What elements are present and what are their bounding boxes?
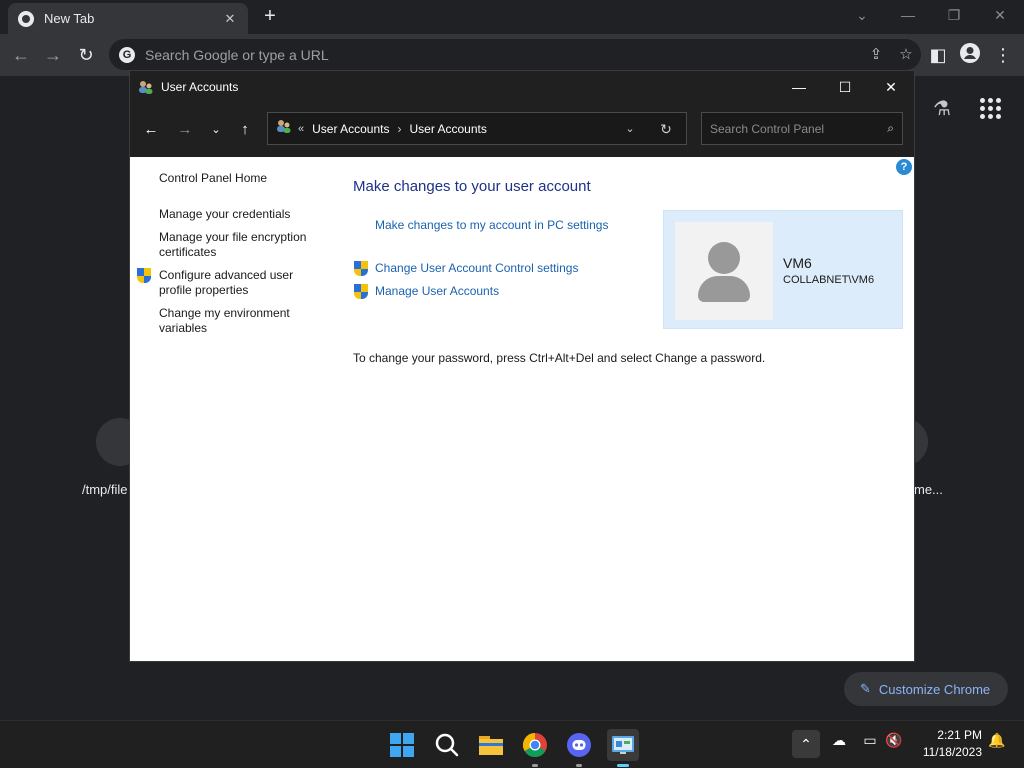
manage-user-accounts-link[interactable]: Manage User Accounts [375, 284, 499, 298]
omnibox-input[interactable]: Search Google or type a URL [145, 47, 861, 63]
user-body-icon [698, 276, 750, 302]
nav-forward-icon[interactable]: → [173, 118, 197, 142]
taskbar-clock-date[interactable]: 11/18/2023 [910, 745, 982, 759]
onedrive-icon[interactable]: ☁ [828, 732, 850, 749]
shortcut-label-right: me... [914, 482, 943, 497]
google-icon: G [119, 46, 135, 63]
sidebar-item-advanced-profile[interactable]: Configure advanced user profile properti… [159, 268, 324, 298]
side-panel-icon[interactable]: ◧ [925, 42, 951, 68]
tab-close-icon[interactable]: ✕ [222, 11, 238, 27]
google-apps-icon[interactable] [978, 96, 1002, 120]
breadcrumb-item-2[interactable]: User Accounts [410, 122, 487, 136]
help-icon[interactable]: ? [896, 159, 912, 175]
forward-icon[interactable]: → [40, 42, 66, 68]
breadcrumb-separator-icon[interactable]: › [398, 122, 402, 136]
address-user-accounts-icon [276, 118, 292, 139]
taskbar-clock-time[interactable]: 2:21 PM [920, 728, 982, 742]
page-title: Make changes to your user account [353, 178, 591, 195]
user-domain: COLLABNET\VM6 [783, 274, 875, 286]
search-icon[interactable] [431, 729, 463, 761]
labs-flask-icon[interactable]: ⚗ [930, 96, 954, 120]
pencil-icon: ✎ [860, 681, 871, 696]
user-accounts-window: User Accounts — ☐ ✕ ← → ⌄ ↑ « User Accou… [129, 70, 915, 662]
window-close-icon[interactable]: ✕ [868, 71, 914, 103]
volume-muted-icon[interactable]: 🔇 [884, 732, 904, 749]
share-icon[interactable]: ⇪ [861, 39, 891, 70]
sidebar-item-environment-variables[interactable]: Change my environment variables [159, 306, 324, 336]
bookmark-star-icon[interactable]: ☆ [891, 39, 921, 70]
customize-chrome-label: Customize Chrome [878, 681, 991, 697]
user-head-icon [708, 242, 740, 274]
password-note: To change your password, press Ctrl+Alt+… [353, 351, 766, 365]
explorer-navbar: ← → ⌄ ↑ « User Accounts › User Accounts … [130, 103, 914, 157]
reload-icon[interactable]: ↻ [73, 42, 99, 68]
search-icon[interactable]: ⌕ [887, 121, 894, 136]
breadcrumb-item-1[interactable]: User Accounts [312, 122, 389, 136]
sidebar-item-file-encryption[interactable]: Manage your file encryption certificates [159, 230, 324, 260]
user-name: VM6 [783, 255, 812, 271]
uac-shield-icon [354, 284, 368, 299]
shortcut-label-left: /tmp/file [82, 482, 128, 497]
control-panel-search-input[interactable]: Search Control Panel ⌕ [701, 112, 903, 145]
omnibox[interactable]: G Search Google or type a URL ⇪ ☆ [109, 39, 921, 70]
user-accounts-icon [138, 79, 154, 95]
control-panel-icon[interactable] [607, 729, 639, 767]
start-icon[interactable] [386, 729, 418, 761]
uac-settings-link[interactable]: Change User Account Control settings [375, 261, 578, 275]
profile-avatar[interactable] [957, 42, 983, 68]
chrome-favicon-icon [18, 10, 34, 27]
close-icon[interactable]: ✕ [980, 4, 1020, 28]
address-dropdown-icon[interactable]: ⌄ [620, 119, 640, 139]
customize-chrome-button[interactable]: ✎ Customize Chrome [844, 672, 1008, 706]
discord-icon[interactable] [563, 729, 595, 767]
back-icon[interactable]: ← [8, 42, 34, 68]
sidebar-item-control-panel-home[interactable]: Control Panel Home [159, 171, 324, 186]
avatar[interactable] [675, 222, 773, 320]
running-indicator [532, 764, 538, 767]
window-minimize-icon[interactable]: — [776, 71, 822, 103]
nav-up-icon[interactable]: ↑ [233, 118, 257, 142]
address-bar[interactable]: « User Accounts › User Accounts ⌄ ↻ [267, 112, 687, 145]
uac-shield-icon [354, 261, 368, 276]
search-placeholder: Search Control Panel [710, 121, 825, 136]
tab-new-tab[interactable]: New Tab ✕ [8, 3, 248, 34]
sidebar-item-manage-credentials[interactable]: Manage your credentials [159, 207, 324, 222]
window-maximize-icon[interactable]: ☐ [822, 71, 868, 103]
breadcrumb-overflow-icon[interactable]: « [298, 123, 304, 135]
window-title: User Accounts [161, 80, 239, 94]
nav-back-icon[interactable]: ← [139, 118, 163, 142]
restore-icon[interactable]: ❐ [934, 4, 974, 28]
chrome-icon[interactable] [519, 729, 551, 767]
window-titlebar[interactable]: User Accounts — ☐ ✕ [130, 71, 914, 103]
recent-locations-icon[interactable]: ⌄ [204, 118, 228, 142]
chrome-tab-strip: New Tab ✕ + ⌄ — ❐ ✕ [0, 0, 1024, 34]
tab-title: New Tab [44, 11, 95, 26]
uac-shield-icon [137, 268, 151, 283]
user-card: VM6 COLLABNET\VM6 [663, 210, 903, 329]
pc-settings-link[interactable]: Make changes to my account in PC setting… [375, 218, 608, 232]
active-indicator [617, 764, 629, 767]
minimize-icon[interactable]: — [888, 4, 928, 28]
network-icon[interactable]: ▭ [860, 732, 880, 749]
refresh-icon[interactable]: ↻ [656, 119, 676, 139]
running-indicator [576, 764, 582, 767]
new-tab-button[interactable]: + [258, 5, 282, 29]
notification-bell-icon[interactable]: 🔔 [988, 732, 1006, 749]
chrome-menu-icon[interactable]: ⋮ [990, 42, 1016, 68]
file-explorer-icon[interactable] [475, 729, 507, 761]
show-hidden-icons-chevron-up-icon[interactable]: ⌃ [792, 730, 820, 758]
tab-search-icon[interactable]: ⌄ [842, 4, 882, 28]
